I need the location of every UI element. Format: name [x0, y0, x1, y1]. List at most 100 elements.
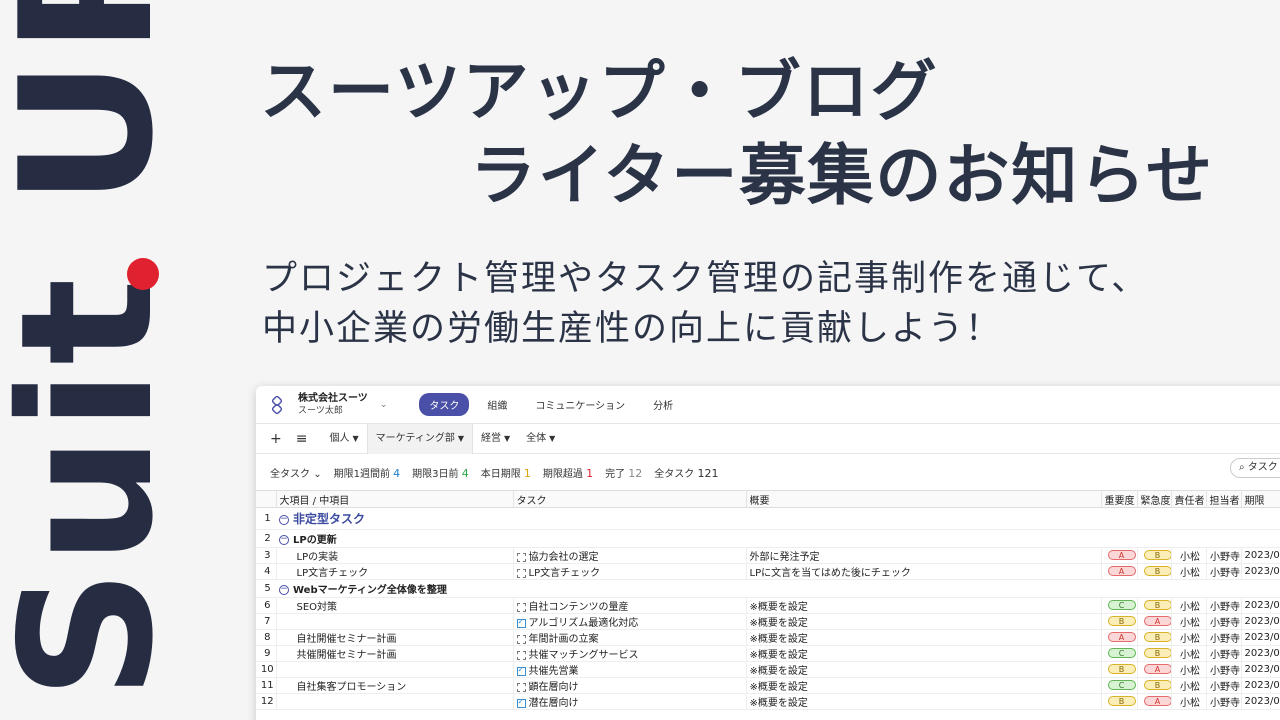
owner-cell[interactable]: 小松	[1171, 629, 1207, 646]
category-cell[interactable]: 共催開催セミナー計画	[276, 645, 514, 662]
assignee-cell[interactable]: 小野寺	[1206, 563, 1242, 580]
filter-today[interactable]: 本日期限 1	[481, 465, 531, 480]
due-cell[interactable]: 2023/03	[1241, 661, 1280, 678]
tab-analytics[interactable]: 分析	[643, 393, 683, 416]
category-cell[interactable]	[276, 661, 514, 678]
assignee-cell[interactable]: 小野寺	[1206, 547, 1242, 564]
task-cell[interactable]: 潜在層向け	[513, 693, 747, 710]
chevron-down-icon[interactable]: ⌄	[380, 400, 388, 410]
task-cell[interactable]: 顕在層向け	[513, 677, 747, 694]
group-row[interactable]: 1− 非定型タスク	[256, 507, 1280, 530]
importance-cell[interactable]: B	[1101, 613, 1138, 630]
importance-cell[interactable]: A	[1101, 547, 1138, 564]
summary-cell[interactable]: ※概要を設定	[746, 693, 1102, 710]
category-cell[interactable]: 自社開催セミナー計画	[276, 629, 514, 646]
subgroup-row[interactable]: 5− Webマーケティング全体像を整理	[256, 579, 1280, 598]
owner-cell[interactable]: 小松	[1171, 661, 1207, 678]
task-search-input[interactable]: ⌕ タスク	[1230, 458, 1280, 478]
summary-cell[interactable]: ※概要を設定	[746, 661, 1102, 678]
table-row[interactable]: 6SEO対策 自社コンテンツの量産 ※概要を設定 CB小松小野寺2023/03	[256, 597, 1280, 614]
due-cell[interactable]: 2023/03	[1241, 677, 1280, 694]
tab-tasks[interactable]: タスク	[419, 393, 470, 416]
view-all[interactable]: 全体 ▼	[518, 424, 563, 454]
filter-week[interactable]: 期限1週間前 4	[334, 465, 401, 480]
urgency-cell[interactable]: A	[1137, 613, 1172, 630]
task-cell[interactable]: 協力会社の選定	[513, 547, 747, 564]
table-row[interactable]: 8自社開催セミナー計画 年間計画の立案 ※概要を設定 AB小松小野寺2023/03	[256, 629, 1280, 646]
assignee-cell[interactable]: 小野寺	[1206, 677, 1242, 694]
col-summary[interactable]: 概要	[746, 490, 1102, 508]
task-cell[interactable]: アルゴリズム最適化対応	[513, 613, 747, 630]
task-checkbox[interactable]	[516, 568, 526, 578]
owner-cell[interactable]: 小松	[1171, 693, 1207, 710]
urgency-cell[interactable]: B	[1137, 597, 1172, 614]
due-cell[interactable]: 2023/03	[1241, 693, 1280, 710]
task-checkbox[interactable]	[516, 602, 526, 612]
summary-cell[interactable]: ※概要を設定	[746, 645, 1102, 662]
add-icon[interactable]: +	[270, 431, 282, 447]
task-checkbox[interactable]	[516, 634, 526, 644]
task-cell[interactable]: 共催マッチングサービス	[513, 645, 747, 662]
importance-cell[interactable]: B	[1101, 661, 1138, 678]
task-cell[interactable]: 年間計画の立案	[513, 629, 747, 646]
assignee-cell[interactable]: 小野寺	[1206, 661, 1242, 678]
table-row[interactable]: 12 潜在層向け ※概要を設定 BA小松小野寺2023/03	[256, 693, 1280, 710]
due-cell[interactable]: 2023/03	[1241, 547, 1280, 564]
assignee-cell[interactable]: 小野寺	[1206, 693, 1242, 710]
due-cell[interactable]: 2023/03	[1241, 597, 1280, 614]
assignee-cell[interactable]: 小野寺	[1206, 613, 1242, 630]
urgency-cell[interactable]: B	[1137, 629, 1172, 646]
due-cell[interactable]: 2023/03	[1241, 563, 1280, 580]
importance-cell[interactable]: A	[1101, 563, 1138, 580]
owner-cell[interactable]: 小松	[1171, 547, 1207, 564]
col-task[interactable]: タスク	[513, 490, 747, 508]
summary-cell[interactable]: ※概要を設定	[746, 613, 1102, 630]
importance-cell[interactable]: C	[1101, 597, 1138, 614]
summary-cell[interactable]: ※概要を設定	[746, 629, 1102, 646]
due-cell[interactable]: 2023/03	[1241, 645, 1280, 662]
urgency-cell[interactable]: B	[1137, 677, 1172, 694]
table-row[interactable]: 7 アルゴリズム最適化対応 ※概要を設定 BA小松小野寺2023/03	[256, 613, 1280, 630]
task-cell[interactable]: LP文言チェック	[513, 563, 747, 580]
col-owner[interactable]: 責任者	[1171, 490, 1207, 508]
summary-cell[interactable]: LPに文言を当てはめた後にチェック	[746, 563, 1102, 580]
due-cell[interactable]: 2023/03	[1241, 629, 1280, 646]
scope-filter[interactable]: 全タスク ⌄	[270, 465, 322, 480]
summary-cell[interactable]: 外部に発注予定	[746, 547, 1102, 564]
filter-done[interactable]: 完了 12	[605, 465, 642, 480]
owner-cell[interactable]: 小松	[1171, 613, 1207, 630]
filter-three-days[interactable]: 期限3日前 4	[412, 465, 469, 480]
tab-communication[interactable]: コミュニケーション	[525, 393, 635, 416]
table-row[interactable]: 10 共催先営業 ※概要を設定 BA小松小野寺2023/03	[256, 661, 1280, 678]
table-row[interactable]: 11自社集客プロモーション 顕在層向け ※概要を設定 CB小松小野寺2023/03	[256, 677, 1280, 694]
task-cell[interactable]: 自社コンテンツの量産	[513, 597, 747, 614]
task-checkbox[interactable]	[516, 697, 526, 708]
collapse-icon[interactable]: −	[279, 535, 289, 545]
owner-cell[interactable]: 小松	[1171, 597, 1207, 614]
tab-organization[interactable]: 組織	[477, 393, 517, 416]
view-management[interactable]: 経営 ▼	[473, 424, 518, 454]
company-switcher[interactable]: 株式会社スーツ スーツ太郎	[298, 393, 368, 417]
task-checkbox[interactable]	[516, 682, 526, 692]
category-cell[interactable]	[276, 693, 514, 710]
importance-cell[interactable]: C	[1101, 677, 1138, 694]
table-row[interactable]: 3LPの実装 協力会社の選定 外部に発注予定 AB小松小野寺2023/03	[256, 547, 1280, 564]
table-row[interactable]: 9 共催開催セミナー計画 共催マッチングサービス ※概要を設定 C B 小松 小野寺 2023/…	[256, 645, 1280, 662]
urgency-cell[interactable]: A	[1137, 661, 1172, 678]
urgency-cell[interactable]: B	[1137, 563, 1172, 580]
assignee-cell[interactable]: 小野寺	[1206, 645, 1242, 662]
owner-cell[interactable]: 小松	[1171, 563, 1207, 580]
importance-cell[interactable]: A	[1101, 629, 1138, 646]
category-cell[interactable]: LPの実装	[276, 547, 514, 564]
task-checkbox[interactable]	[516, 665, 526, 676]
table-row[interactable]: 4 LP文言チェック LP文言チェック LPに文言を当てはめた後にチェック A B 小松 小野…	[256, 563, 1280, 580]
view-marketing[interactable]: マーケティング部 ▼	[366, 423, 473, 454]
importance-cell[interactable]: B	[1101, 693, 1138, 710]
filter-overdue[interactable]: 期限超過 1	[543, 465, 593, 480]
owner-cell[interactable]: 小松	[1171, 645, 1207, 662]
urgency-cell[interactable]: B	[1137, 645, 1172, 662]
importance-cell[interactable]: C	[1101, 645, 1138, 662]
summary-cell[interactable]: ※概要を設定	[746, 677, 1102, 694]
subgroup-row[interactable]: 2− LPの更新	[256, 529, 1280, 548]
collapse-icon[interactable]: −	[279, 585, 289, 595]
